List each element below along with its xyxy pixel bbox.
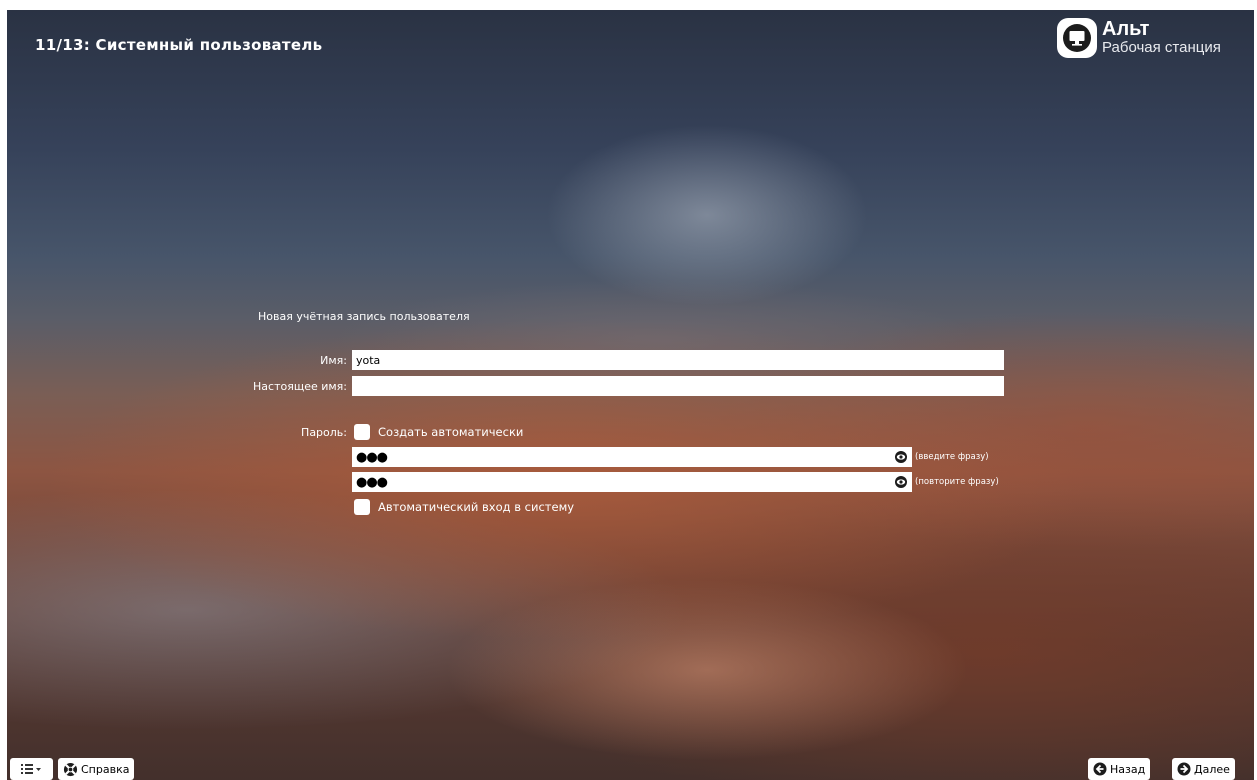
- arrow-left-circle-icon: [1093, 762, 1107, 776]
- help-label: Справка: [81, 762, 130, 776]
- password-repeat-hint: (повторите фразу): [915, 477, 999, 487]
- back-button[interactable]: Назад: [1088, 758, 1151, 780]
- menu-button[interactable]: [10, 758, 53, 780]
- auto-password-label: Создать автоматически: [378, 425, 524, 439]
- section-title: Новая учётная запись пользователя: [258, 310, 470, 323]
- show-password-repeat-eye-icon[interactable]: [894, 475, 908, 489]
- autologin-checkbox[interactable]: [354, 499, 370, 515]
- realname-label: Настоящее имя:: [253, 380, 347, 393]
- name-field[interactable]: yota: [352, 350, 1004, 370]
- step-title: 11/13: Системный пользователь: [35, 36, 323, 54]
- autologin-checkbox-row[interactable]: Автоматический вход в систему: [354, 499, 574, 515]
- auto-password-checkbox-row[interactable]: Создать автоматически: [354, 424, 523, 440]
- name-field-value: yota: [356, 353, 381, 367]
- autologin-label: Автоматический вход в систему: [378, 500, 575, 514]
- next-button[interactable]: Далее: [1172, 758, 1235, 780]
- name-label: Имя:: [320, 354, 347, 367]
- realname-field[interactable]: [352, 376, 1004, 396]
- auto-password-checkbox[interactable]: [354, 424, 370, 440]
- logo-name: Альт: [1102, 18, 1150, 40]
- lifebuoy-icon: [63, 762, 78, 777]
- password-label: Пароль:: [301, 426, 347, 439]
- password-field[interactable]: ●●●: [352, 447, 912, 467]
- password-hint: (введите фразу): [915, 452, 989, 462]
- arrow-right-circle-icon: [1177, 762, 1191, 776]
- show-password-eye-icon[interactable]: [894, 450, 908, 464]
- password-repeat-field[interactable]: ●●●: [352, 472, 912, 492]
- installer-screen: 11/13: Системный пользователь Альт Рабоч…: [7, 10, 1254, 780]
- monitor-icon: [1057, 18, 1097, 58]
- back-label: Назад: [1110, 762, 1146, 776]
- logo-subtitle: Рабочая станция: [1102, 39, 1221, 56]
- help-button[interactable]: Справка: [58, 758, 135, 780]
- next-label: Далее: [1194, 762, 1230, 776]
- password-mask: ●●●: [356, 449, 388, 465]
- alt-logo: Альт Рабочая станция: [1057, 18, 1221, 58]
- list-menu-icon: [20, 763, 43, 775]
- password-repeat-mask: ●●●: [356, 474, 388, 490]
